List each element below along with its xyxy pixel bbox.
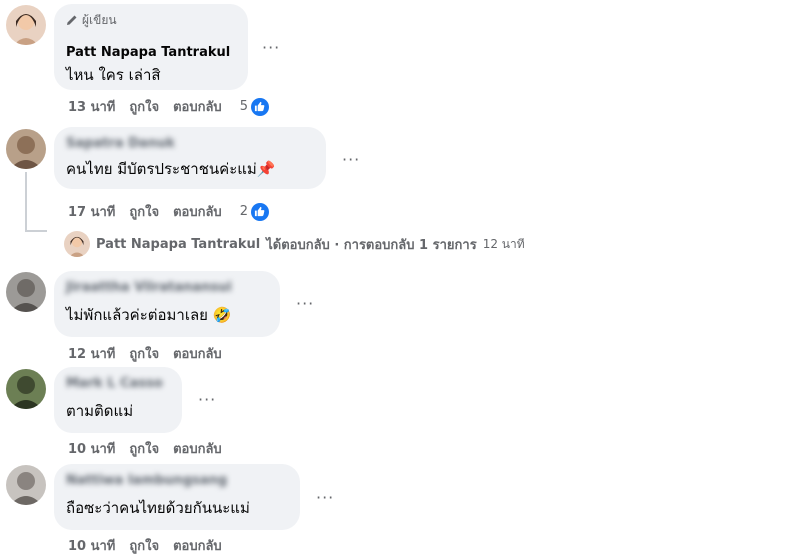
- comment-text-row: คนไทย มีบัตรประชาชนค่ะแม่📌: [66, 159, 314, 179]
- more-options-button[interactable]: ···: [296, 294, 314, 313]
- comment-author[interactable]: Jiraattha Vilratanansui: [66, 279, 268, 297]
- thread-connector: [25, 172, 27, 232]
- commenter-avatar[interactable]: [6, 272, 46, 312]
- reply-summary-text: ได้ตอบกลับ · การตอบกลับ 1 รายการ: [266, 237, 477, 253]
- reply-button[interactable]: ตอบกลับ: [173, 438, 222, 459]
- rolling-laughing-emoji: 🤣: [212, 306, 232, 324]
- comment-time[interactable]: 17 นาที: [68, 201, 115, 222]
- comment-text: ไม่พักแล้วค่ะต่อมาเลย: [66, 306, 208, 324]
- thread-connector-curve: [25, 230, 47, 232]
- reply-author-avatar: [64, 231, 90, 257]
- comment-bubble: Sapatra Danuk คนไทย มีบัตรประชาชนค่ะแม่📌: [54, 127, 326, 189]
- comment-author[interactable]: Sapatra Danuk: [66, 135, 314, 153]
- like-button[interactable]: ถูกใจ: [129, 201, 159, 222]
- comment-text: ตามติดแม่: [66, 402, 134, 420]
- comment-actions: 10 นาที ถูกใจ ตอบกลับ: [68, 535, 222, 556]
- more-options-button[interactable]: ···: [198, 390, 216, 409]
- comment-actions: 10 นาที ถูกใจ ตอบกลับ: [68, 438, 222, 459]
- reply-author: Patt Napapa Tantrakul: [96, 236, 261, 252]
- like-button[interactable]: ถูกใจ: [129, 343, 159, 364]
- comment-text: ไหน ใคร เล่าสิ: [66, 66, 161, 84]
- like-reaction-icon: [250, 202, 269, 221]
- comment-time[interactable]: 10 นาที: [68, 535, 115, 556]
- comment-author[interactable]: Nattiwa Iambungsang: [66, 472, 288, 490]
- more-options-button[interactable]: ···: [316, 488, 334, 507]
- reaction-count[interactable]: 5: [239, 97, 269, 116]
- author-badge: ผู้เขียน: [66, 12, 236, 28]
- reaction-count-value: 2: [239, 204, 248, 219]
- comment-actions: 13 นาที ถูกใจ ตอบกลับ 5: [68, 96, 269, 117]
- comment-time[interactable]: 12 นาที: [68, 343, 115, 364]
- reaction-count-value: 5: [239, 99, 248, 114]
- like-button[interactable]: ถูกใจ: [129, 535, 159, 556]
- like-reaction-icon: [250, 97, 269, 116]
- comment-text-row: ไม่พักแล้วค่ะต่อมาเลย 🤣: [66, 305, 268, 325]
- comment-actions: 17 นาที ถูกใจ ตอบกลับ 2: [68, 201, 269, 222]
- commenter-avatar[interactable]: [6, 369, 46, 409]
- reaction-count[interactable]: 2: [239, 202, 269, 221]
- commenter-avatar[interactable]: [6, 465, 46, 505]
- comment-author[interactable]: Patt Napapa Tantrakul: [66, 44, 236, 62]
- comment-time[interactable]: 13 นาที: [68, 96, 115, 117]
- reply-button[interactable]: ตอบกลับ: [173, 201, 222, 222]
- comment-bubble: Jiraattha Vilratanansui ไม่พักแล้วค่ะต่อ…: [54, 271, 280, 337]
- reply-button[interactable]: ตอบกลับ: [173, 343, 222, 364]
- comment-time[interactable]: 10 นาที: [68, 438, 115, 459]
- view-replies-link[interactable]: Patt Napapa Tantrakul ได้ตอบกลับ · การตอ…: [64, 231, 525, 257]
- like-button[interactable]: ถูกใจ: [129, 438, 159, 459]
- comment-bubble: Mark L Casso ตามติดแม่: [54, 367, 182, 433]
- reply-time: 12 นาที: [482, 236, 525, 251]
- like-button[interactable]: ถูกใจ: [129, 96, 159, 117]
- pencil-icon: [67, 15, 77, 25]
- comment-bubble: Nattiwa Iambungsang ถือซะว่าคนไทยด้วยกัน…: [54, 464, 300, 530]
- reply-button[interactable]: ตอบกลับ: [173, 535, 222, 556]
- more-options-button[interactable]: ···: [262, 38, 280, 57]
- commenter-avatar[interactable]: [6, 129, 46, 169]
- author-badge-label: ผู้เขียน: [82, 12, 117, 27]
- comment-bubble: ผู้เขียน Patt Napapa Tantrakul ไหน ใคร เ…: [54, 4, 248, 90]
- pushpin-emoji: 📌: [256, 160, 276, 178]
- reply-button[interactable]: ตอบกลับ: [173, 96, 222, 117]
- comment-author[interactable]: Mark L Casso: [66, 375, 170, 393]
- more-options-button[interactable]: ···: [342, 150, 360, 169]
- comment-text: ถือซะว่าคนไทยด้วยกันนะแม่: [66, 499, 250, 517]
- comment-text: คนไทย มีบัตรประชาชนค่ะแม่: [66, 160, 257, 178]
- author-avatar[interactable]: [6, 5, 46, 45]
- comment-actions: 12 นาที ถูกใจ ตอบกลับ: [68, 343, 222, 364]
